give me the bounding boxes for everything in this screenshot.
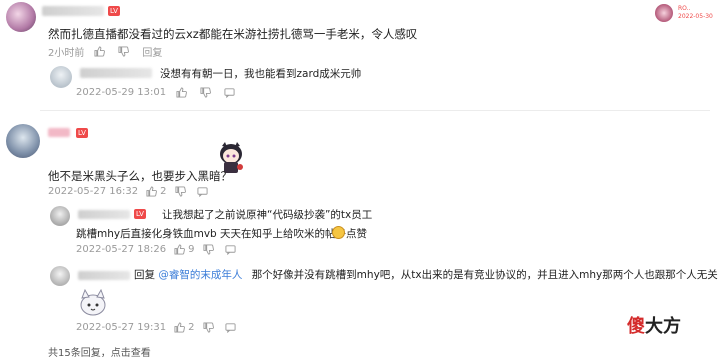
- replier-name[interactable]: [78, 210, 130, 219]
- reply-text: 回复 @睿智的末成年人 那个好像并没有跳槽到mhy吧，从tx出来的是有竞业协议的…: [134, 267, 718, 282]
- comment-icon: [224, 88, 235, 98]
- thumb-up-icon: [146, 186, 158, 197]
- watermark: 傻大方: [627, 312, 681, 338]
- top-right-line2: 2022-05-30: [678, 13, 713, 20]
- replier-name[interactable]: [78, 271, 130, 280]
- thumb-down-icon: [118, 46, 130, 57]
- thumb-down-icon: [202, 244, 214, 255]
- like-count: 2: [188, 322, 195, 333]
- like-button[interactable]: 2: [174, 322, 195, 333]
- watermark-char2: 大方: [645, 316, 681, 337]
- level-badge: LV: [134, 209, 146, 219]
- thumb-up-icon: [94, 46, 106, 57]
- reply-text-line1: 让我想起了之前说原神“代码级抄袭”的tx员工: [162, 209, 373, 221]
- comment-time: 2022-05-27 16:32: [48, 186, 139, 197]
- reply-time: 2022-05-27 19:31: [76, 322, 167, 333]
- reply-icon-button[interactable]: [224, 244, 239, 255]
- dislike-button[interactable]: [200, 87, 214, 98]
- reply-icon-button[interactable]: [224, 322, 239, 333]
- top-right-info: RO.. 2022-05-30: [678, 5, 713, 21]
- comment-text: 然而扎德直播都没看过的云xz都能在米游社捞扎德骂一手老米，令人感叹: [48, 27, 418, 41]
- top-right-line1: RO..: [678, 5, 691, 12]
- thumb-up-icon: [176, 87, 188, 98]
- like-count: 2: [160, 186, 167, 197]
- reply-prefix: 回复: [134, 269, 155, 281]
- commenter-avatar[interactable]: [6, 2, 36, 32]
- comment-icon: [224, 323, 236, 333]
- watermark-char1: 傻: [627, 316, 645, 337]
- thumb-down-icon: [174, 186, 186, 197]
- replier-avatar[interactable]: [50, 66, 72, 88]
- thumb-up-icon: [174, 244, 186, 255]
- replier-avatar[interactable]: [50, 206, 70, 226]
- reply-icon-button[interactable]: [196, 186, 211, 197]
- comment-time: 2小时前: [48, 48, 85, 59]
- commenter-avatar[interactable]: [6, 124, 40, 158]
- dislike-button[interactable]: [202, 244, 217, 255]
- level-badge: LV: [108, 6, 120, 16]
- thumb-up-icon: [174, 322, 186, 333]
- emoji-icon: [332, 226, 345, 239]
- like-button[interactable]: 2: [146, 186, 167, 197]
- like-button[interactable]: 9: [174, 244, 195, 255]
- dislike-button[interactable]: [118, 46, 132, 57]
- comment-icon: [196, 187, 208, 197]
- mention-link[interactable]: @睿智的末成年人: [158, 269, 242, 281]
- reply-time: 2022-05-27 18:26: [76, 244, 167, 255]
- reply-icon-button[interactable]: [224, 87, 238, 98]
- like-count: 9: [188, 244, 195, 255]
- divider: [40, 110, 710, 111]
- level-badge: LV: [76, 128, 88, 138]
- reply-text: 没想有有朝一日，我也能看到zard成米元帅: [160, 68, 362, 80]
- reply-text-line2: 跳槽mhy后直接化身铁血mvb 天天在知乎上给吹米的帖子点赞: [76, 228, 368, 240]
- top-right-avatar[interactable]: [655, 4, 673, 22]
- commenter-name[interactable]: [48, 128, 70, 137]
- thumb-down-icon: [200, 87, 212, 98]
- view-more-replies[interactable]: 共15条回复，点击查看: [48, 344, 151, 359]
- like-button[interactable]: [94, 46, 108, 57]
- reply-body: 那个好像并没有跳槽到mhy吧，从tx出来的是有竞业协议的，并且进入mhy那两个人…: [251, 269, 718, 281]
- reply-time: 2022-05-29 13:01: [76, 87, 167, 98]
- comment-text: 他不是米黑头子么，也要步入黑暗？: [48, 169, 232, 183]
- commenter-name[interactable]: [42, 6, 104, 16]
- like-button[interactable]: [176, 87, 190, 98]
- dislike-button[interactable]: [174, 186, 189, 197]
- sticker-image: [76, 288, 110, 318]
- thumb-down-icon: [202, 322, 214, 333]
- replier-avatar[interactable]: [50, 266, 70, 286]
- replier-name[interactable]: [80, 68, 152, 78]
- comment-icon: [224, 245, 236, 255]
- dislike-button[interactable]: [202, 322, 217, 333]
- reply-button[interactable]: 回复: [142, 44, 162, 59]
